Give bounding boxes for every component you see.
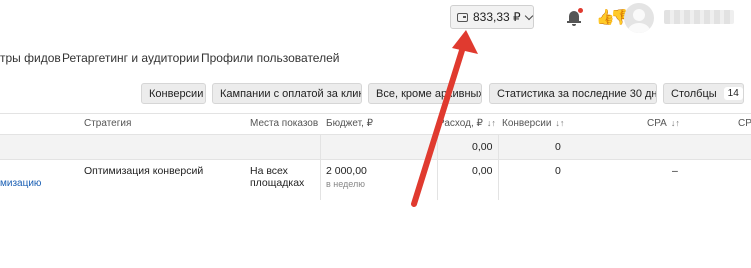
annotation-arrow	[411, 30, 478, 207]
annotation-arrow-head	[452, 30, 478, 54]
annotation-arrow-shaft	[411, 41, 467, 207]
